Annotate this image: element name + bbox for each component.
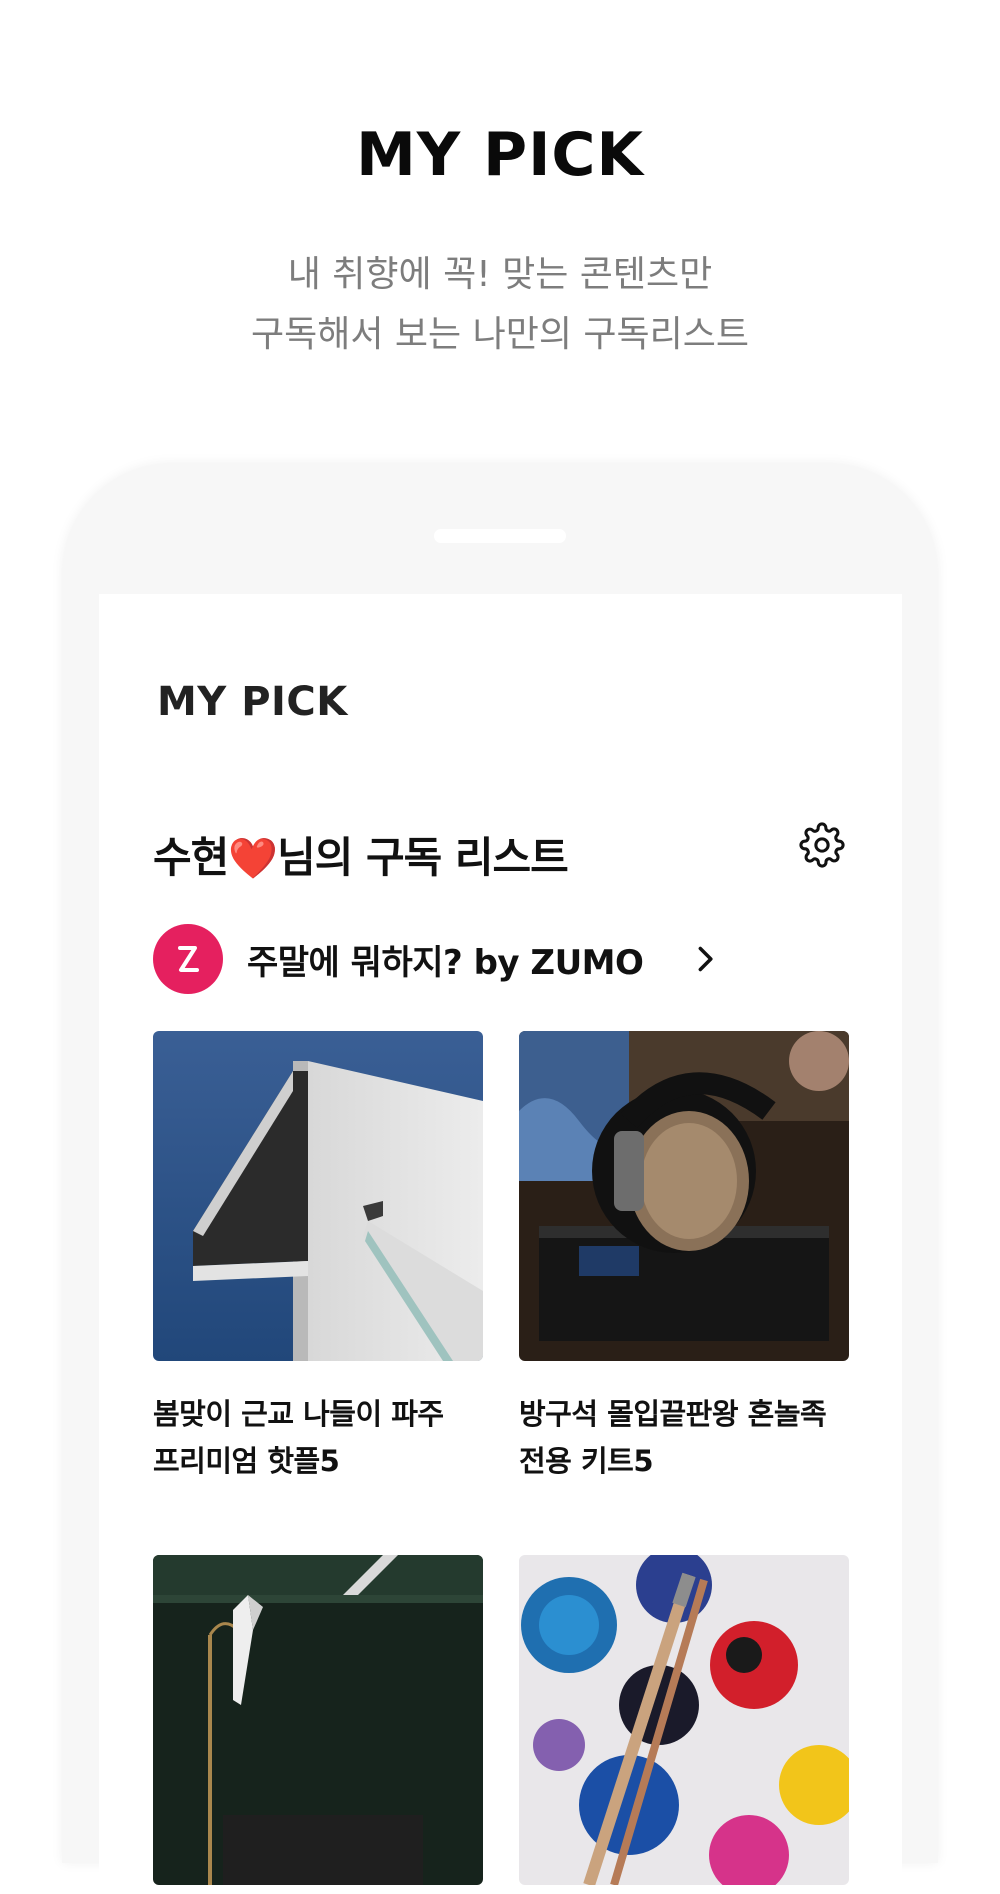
content-card[interactable]: 봄맞이 근교 나들이 파주 프리미엄 핫플5 bbox=[153, 1031, 483, 1485]
channel-name: 주말에 뭐하지? by ZUMO bbox=[247, 942, 644, 983]
card-title-line-1: 봄맞이 근교 나들이 파주 bbox=[153, 1397, 444, 1431]
hero-subtitle-line-2: 구독해서 보는 나만의 구독리스트 bbox=[250, 314, 749, 355]
card-title-line-1: 방구석 몰입끝판왕 혼놀족 bbox=[519, 1397, 827, 1431]
list-title-suffix: 님의 구독 리스트 bbox=[277, 833, 569, 882]
card-image-paints bbox=[519, 1555, 849, 1885]
hero-subtitle-line-1: 내 취향에 꼭! 맞는 콘텐츠만 bbox=[287, 254, 713, 295]
channel-logo bbox=[153, 924, 223, 994]
heart-emoji: ❤️ bbox=[228, 836, 278, 882]
phone-speaker bbox=[434, 529, 566, 543]
content-card[interactable] bbox=[153, 1555, 483, 1885]
app-title: MY PICK bbox=[157, 679, 348, 725]
phone-screen: MY PICK 수현❤️님의 구독 리스트 주말에 뭐하지? by ZUMO 봄… bbox=[99, 594, 902, 1894]
channel-row[interactable]: 주말에 뭐하지? by ZUMO bbox=[153, 924, 719, 994]
gear-icon[interactable] bbox=[799, 822, 845, 868]
content-card[interactable]: 방구석 몰입끝판왕 혼놀족 전용 키트5 bbox=[519, 1031, 849, 1485]
phone-frame: MY PICK 수현❤️님의 구독 리스트 주말에 뭐하지? by ZUMO 봄… bbox=[62, 463, 938, 1894]
card-title-line-2: 전용 키트5 bbox=[519, 1444, 654, 1478]
card-image-headphones bbox=[519, 1031, 849, 1361]
hero-subtitle: 내 취향에 꼭! 맞는 콘텐츠만 구독해서 보는 나만의 구독리스트 bbox=[0, 245, 1000, 365]
card-image-architecture bbox=[153, 1031, 483, 1361]
hero-title: MY PICK bbox=[356, 120, 644, 190]
card-title: 방구석 몰입끝판왕 혼놀족 전용 키트5 bbox=[519, 1391, 849, 1485]
card-title: 봄맞이 근교 나들이 파주 프리미엄 핫플5 bbox=[153, 1391, 483, 1485]
subscription-list-title: 수현❤️님의 구독 리스트 bbox=[153, 824, 569, 885]
card-image-interior bbox=[153, 1555, 483, 1885]
chevron-right-icon[interactable] bbox=[691, 945, 719, 973]
zumo-logo-icon bbox=[178, 946, 199, 972]
content-card[interactable] bbox=[519, 1555, 849, 1885]
user-name: 수현 bbox=[153, 833, 229, 882]
card-title-line-2: 프리미엄 핫플5 bbox=[153, 1444, 340, 1478]
